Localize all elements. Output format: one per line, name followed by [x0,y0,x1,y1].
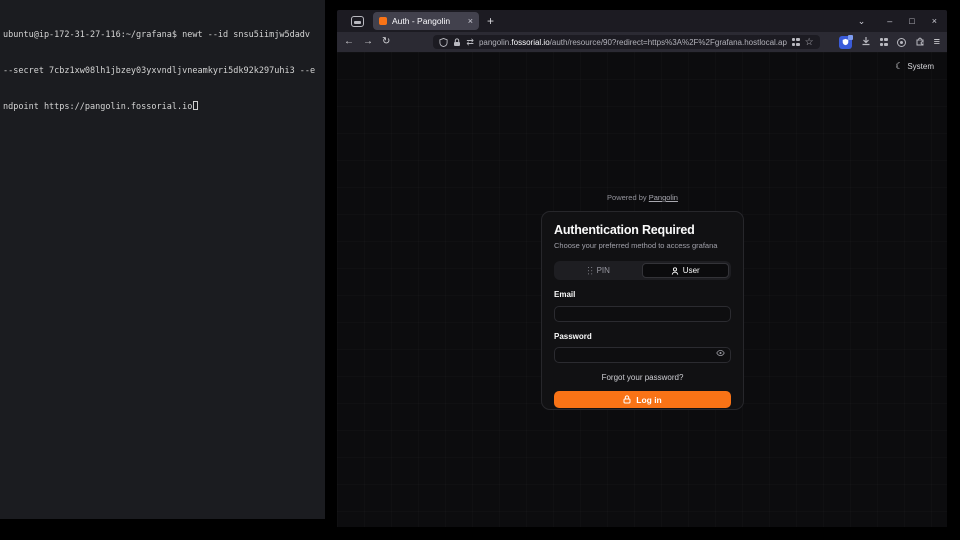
close-window-button[interactable]: × [932,16,937,26]
powered-by: Powered by Pangolin [541,193,744,202]
password-label: Password [554,332,731,341]
lock-icon [623,395,631,404]
moon-icon: ☾ [895,61,903,72]
apps-grid-icon[interactable] [880,38,888,46]
terminal-line: ubuntu@ip-172-31-27-116:~/grafana$ newt … [3,29,322,41]
swap-arrows-icon[interactable]: ⇄ [466,37,474,48]
show-password-eye-icon[interactable] [716,349,725,357]
lock-icon[interactable] [453,38,461,47]
tab-close-icon[interactable]: × [468,16,473,26]
url-bar[interactable]: ⇄ pangolin.fossorial.io/auth/resource/90… [433,35,819,49]
minimize-button[interactable]: – [887,16,892,26]
auth-method-tabs: PIN User [554,261,731,280]
screenshot-grid-icon[interactable] [792,38,800,46]
email-label: Email [554,290,731,299]
password-field[interactable] [554,347,731,363]
url-text: pangolin.fossorial.io/auth/resource/90?r… [479,38,787,47]
forward-button[interactable]: → [363,37,373,47]
forgot-password-link[interactable]: Forgot your password? [554,373,731,382]
auth-card: Authentication Required Choose your pref… [541,211,744,410]
login-button[interactable]: Log in [554,391,731,408]
browser-window: Auth - Pangolin × + ⌄ – □ × ← → ↻ ⇄ pang… [337,10,947,527]
terminal-window[interactable]: ubuntu@ip-172-31-27-116:~/grafana$ newt … [0,0,325,519]
tab-user[interactable]: User [642,263,730,278]
tab-auth-pangolin[interactable]: Auth - Pangolin × [373,12,479,30]
tab-bar: Auth - Pangolin × + ⌄ – □ × [337,10,947,32]
account-icon[interactable] [897,38,906,47]
tab-title: Auth - Pangolin [392,16,463,26]
firefox-view-icon[interactable] [351,16,364,27]
terminal-cursor [193,101,198,110]
terminal-line: --secret 7cbz1xw08lh1jbzey03yxvndljvneam… [3,65,322,77]
new-tab-button[interactable]: + [487,14,494,28]
back-button[interactable]: ← [344,37,354,47]
page-content: ☾ System Powered by Pangolin Authenticat… [337,52,947,527]
terminal-line: ndpoint https://pangolin.fossorial.io [3,101,322,113]
reload-button[interactable]: ↻ [382,37,390,47]
theme-label: System [907,62,934,71]
card-title: Authentication Required [554,223,731,237]
window-controls: – □ × [887,16,939,26]
list-tabs-chevron-icon[interactable]: ⌄ [858,16,866,27]
keypad-icon [588,267,593,275]
extensions-puzzle-icon[interactable] [915,33,925,51]
email-field[interactable] [554,306,731,322]
navigation-toolbar: ← → ↻ ⇄ pangolin.fossorial.io/auth/resou… [337,32,947,52]
tracking-protection-shield-icon[interactable] [439,38,448,47]
user-icon [671,267,679,275]
pangolin-favicon-icon [379,17,387,25]
card-subtitle: Choose your preferred method to access g… [554,241,731,250]
bookmark-star-icon[interactable]: ☆ [805,37,814,48]
password-manager-extension-icon[interactable] [839,36,852,49]
pangolin-link[interactable]: Pangolin [649,193,678,202]
toolbar-extensions: ≡ [839,33,940,51]
downloads-icon[interactable] [861,33,871,51]
app-menu-icon[interactable]: ≡ [934,36,940,48]
maximize-button[interactable]: □ [909,16,914,26]
theme-toggle[interactable]: ☾ System [895,61,934,72]
tab-pin[interactable]: PIN [556,263,642,278]
